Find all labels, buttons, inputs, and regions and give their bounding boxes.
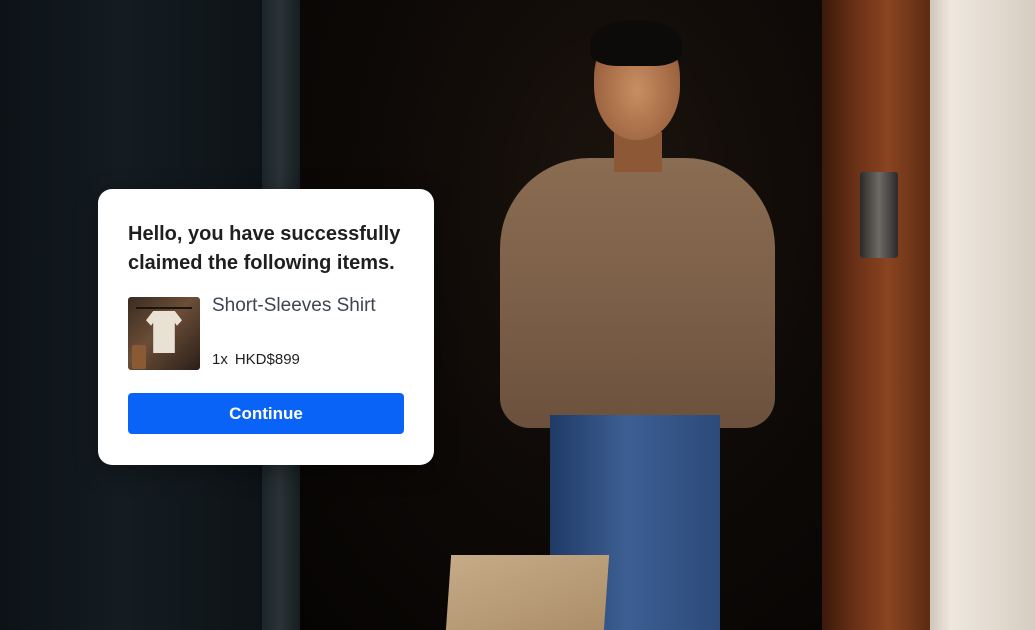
item-quantity: 1x [212,351,228,368]
chair-image [132,345,146,369]
continue-button[interactable]: Continue [128,393,404,434]
clothes-rail [136,307,192,309]
dialog-title: Hello, you have successfully claimed the… [128,223,401,274]
wooden-door [822,0,932,630]
shirt-image [146,311,182,353]
person-hair [590,20,682,66]
item-thumbnail [128,297,200,370]
person-sweater [500,158,775,428]
item-name: Short-Sleeves Shirt [212,295,376,316]
exterior-wall [930,0,1035,630]
door-handle-plate [860,172,898,258]
claim-success-dialog: Hello, you have successfully claimed the… [98,189,434,465]
item-quantity-price: 1x HKD$899 [212,351,300,368]
item-price: HKD$899 [234,351,300,368]
shopping-bag [444,555,610,630]
